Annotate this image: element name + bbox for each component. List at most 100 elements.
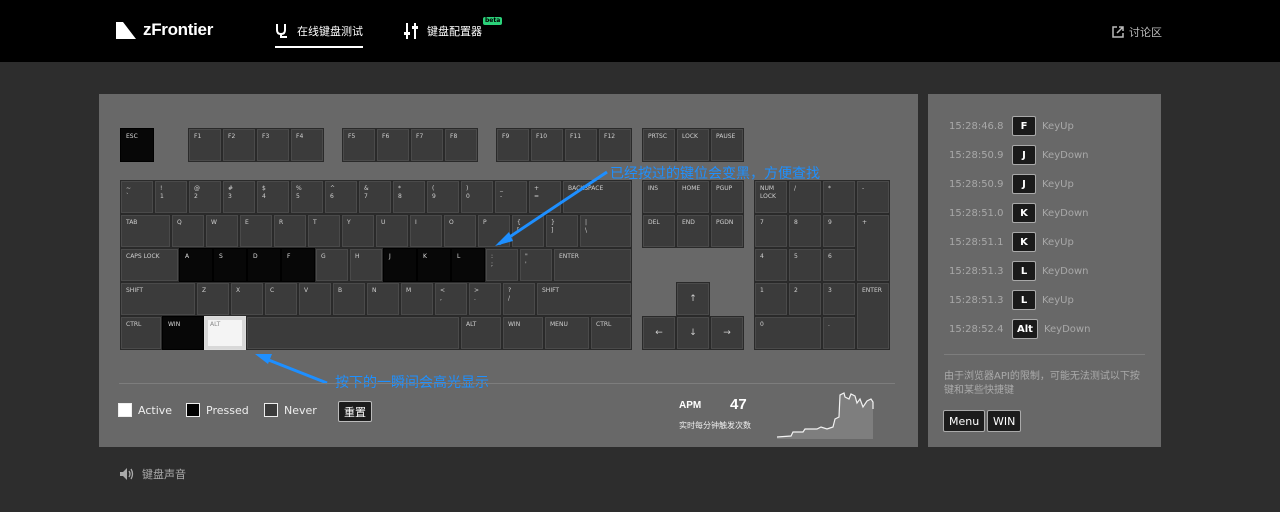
key-rwin[interactable]: WIN (502, 316, 544, 350)
key-prtsc[interactable]: PRTSC (642, 128, 676, 162)
key-h[interactable]: H (349, 248, 383, 282)
nav-keyboard-config[interactable]: 键盘配置器 beta (404, 17, 503, 42)
brand-logo[interactable]: zFrontier (116, 19, 213, 41)
key-b[interactable]: B (332, 282, 366, 316)
key-f4[interactable]: F4 (290, 128, 324, 162)
key-lwin[interactable]: WIN (162, 316, 204, 350)
key-lalt[interactable]: ALT (204, 316, 246, 350)
key-x[interactable]: X (230, 282, 264, 316)
key-menu[interactable]: MENU (544, 316, 590, 350)
key-v[interactable]: V (298, 282, 332, 316)
key-equal[interactable]: + = (528, 180, 562, 214)
key-num6[interactable]: 6 (822, 248, 856, 282)
key-4[interactable]: $ 4 (256, 180, 290, 214)
key-tab[interactable]: TAB (120, 214, 171, 248)
key-del[interactable]: DEL (642, 214, 676, 248)
key-minus[interactable]: _ - (494, 180, 528, 214)
key-i[interactable]: I (409, 214, 443, 248)
key-f12[interactable]: F12 (598, 128, 632, 162)
key-num1[interactable]: 1 (754, 282, 788, 316)
key-a[interactable]: A (179, 248, 213, 282)
key-3[interactable]: # 3 (222, 180, 256, 214)
key-pause[interactable]: PAUSE (710, 128, 744, 162)
key-pgdn[interactable]: PGDN (710, 214, 744, 248)
key-f2[interactable]: F2 (222, 128, 256, 162)
key-9[interactable]: ( 9 (426, 180, 460, 214)
key-ins[interactable]: INS (642, 180, 676, 214)
key-num3[interactable]: 3 (822, 282, 856, 316)
key-numenter[interactable]: ENTER (856, 282, 890, 350)
key-5[interactable]: % 5 (290, 180, 324, 214)
key-0[interactable]: ) 0 (460, 180, 494, 214)
key-quote[interactable]: " ' (519, 248, 553, 282)
key-u[interactable]: U (375, 214, 409, 248)
key-numdot[interactable]: . (822, 316, 856, 350)
nav-keyboard-test[interactable]: 在线键盘测试 (275, 20, 363, 48)
key-period[interactable]: > . (468, 282, 502, 316)
key-f[interactable]: F (281, 248, 315, 282)
menu-key-button[interactable]: Menu (943, 410, 986, 432)
key-j[interactable]: J (383, 248, 417, 282)
key-f6[interactable]: F6 (376, 128, 410, 162)
sound-toggle[interactable]: 键盘声音 (120, 466, 186, 482)
key-down[interactable]: ↓ (676, 316, 710, 350)
key-numsub[interactable]: - (856, 180, 890, 214)
key-2[interactable]: @ 2 (188, 180, 222, 214)
key-num5[interactable]: 5 (788, 248, 822, 282)
key-z[interactable]: Z (196, 282, 230, 316)
key-backtick[interactable]: ~ ` (120, 180, 154, 214)
key-q[interactable]: Q (171, 214, 205, 248)
key-t[interactable]: T (307, 214, 341, 248)
key-f7[interactable]: F7 (410, 128, 444, 162)
key-f10[interactable]: F10 (530, 128, 564, 162)
key-l[interactable]: L (451, 248, 485, 282)
key-num8[interactable]: 8 (788, 214, 822, 248)
key-backslash[interactable]: | \ (579, 214, 632, 248)
key-rbracket[interactable]: } ] (545, 214, 579, 248)
key-f8[interactable]: F8 (444, 128, 478, 162)
key-rshift[interactable]: SHIFT (536, 282, 632, 316)
key-y[interactable]: Y (341, 214, 375, 248)
key-esc[interactable]: ESC (120, 128, 154, 162)
key-s[interactable]: S (213, 248, 247, 282)
key-num0[interactable]: 0 (754, 316, 822, 350)
key-f5[interactable]: F5 (342, 128, 376, 162)
key-p[interactable]: P (477, 214, 511, 248)
key-slash[interactable]: ? / (502, 282, 536, 316)
key-comma[interactable]: < , (434, 282, 468, 316)
key-f11[interactable]: F11 (564, 128, 598, 162)
key-scrlk[interactable]: LOCK (676, 128, 710, 162)
key-lbracket[interactable]: { [ (511, 214, 545, 248)
key-backspace[interactable]: BACKSPACE (562, 180, 632, 214)
key-e[interactable]: E (239, 214, 273, 248)
key-ralt[interactable]: ALT (460, 316, 502, 350)
key-space[interactable] (246, 316, 460, 350)
key-f1[interactable]: F1 (188, 128, 222, 162)
key-g[interactable]: G (315, 248, 349, 282)
key-up[interactable]: ↑ (676, 282, 710, 316)
key-lctrl[interactable]: CTRL (120, 316, 162, 350)
key-numadd[interactable]: + (856, 214, 890, 282)
key-6[interactable]: ^ 6 (324, 180, 358, 214)
key-m[interactable]: M (400, 282, 434, 316)
key-num7[interactable]: 7 (754, 214, 788, 248)
nav-forum-link[interactable]: 讨论区 (1112, 24, 1162, 40)
reset-button[interactable]: 重置 (338, 401, 372, 422)
win-key-button[interactable]: WIN (987, 410, 1022, 432)
key-num9[interactable]: 9 (822, 214, 856, 248)
key-right[interactable]: → (710, 316, 744, 350)
key-pgup[interactable]: PGUP (710, 180, 744, 214)
key-left[interactable]: ← (642, 316, 676, 350)
key-rctrl[interactable]: CTRL (590, 316, 632, 350)
key-capslock[interactable]: CAPS LOCK (120, 248, 179, 282)
key-home[interactable]: HOME (676, 180, 710, 214)
key-d[interactable]: D (247, 248, 281, 282)
key-w[interactable]: W (205, 214, 239, 248)
key-lshift[interactable]: SHIFT (120, 282, 196, 316)
key-n[interactable]: N (366, 282, 400, 316)
key-enter[interactable]: ENTER (553, 248, 632, 282)
key-num2[interactable]: 2 (788, 282, 822, 316)
key-nummul[interactable]: * (822, 180, 856, 214)
key-numdiv[interactable]: / (788, 180, 822, 214)
key-num4[interactable]: 4 (754, 248, 788, 282)
